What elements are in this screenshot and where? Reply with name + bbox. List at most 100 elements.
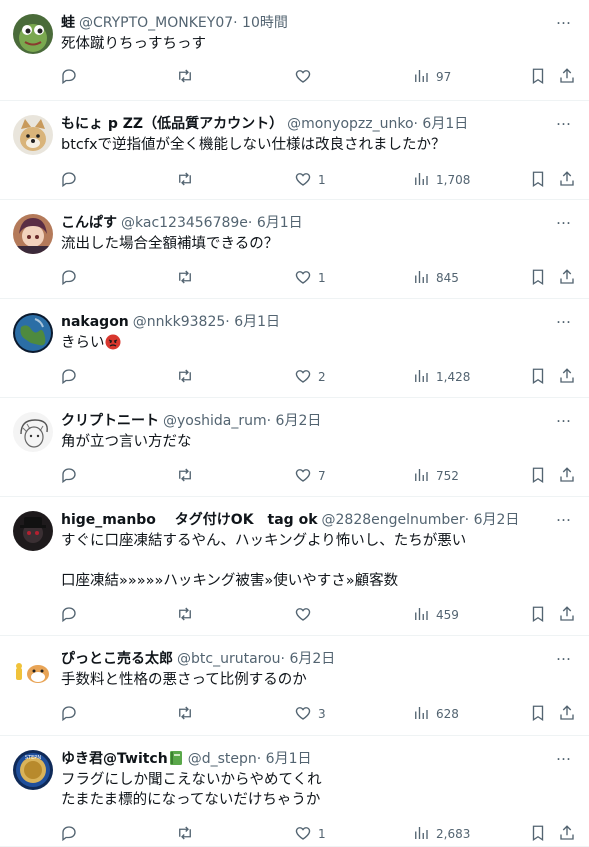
bookmark-button[interactable] bbox=[529, 366, 547, 388]
user-handle[interactable]: @d_stepn bbox=[188, 751, 257, 767]
user-handle[interactable]: @kac123456789e bbox=[121, 215, 248, 231]
views-button[interactable]: 2,683 bbox=[412, 823, 470, 845]
avatar[interactable] bbox=[13, 115, 53, 155]
share-button[interactable] bbox=[558, 169, 576, 191]
more-options-icon[interactable]: … bbox=[553, 112, 575, 134]
share-button[interactable] bbox=[558, 366, 576, 388]
timestamp[interactable]: 6月1日 bbox=[266, 751, 312, 767]
timestamp[interactable]: 10時間 bbox=[242, 15, 288, 31]
reply-button[interactable] bbox=[60, 823, 78, 845]
like-button[interactable] bbox=[294, 66, 318, 88]
display-name[interactable]: ぴっとこ売る太郎 bbox=[61, 651, 173, 667]
more-options-icon[interactable]: … bbox=[553, 409, 575, 431]
tweet-header: もにょ p ZZ（低品質アカウント） @monyopzz_unko· 6月1日 bbox=[61, 114, 549, 134]
more-options-icon[interactable]: … bbox=[553, 747, 575, 769]
share-button[interactable] bbox=[558, 267, 576, 289]
user-handle[interactable]: @monyopzz_unko bbox=[287, 116, 413, 132]
display-name[interactable]: 蛙 bbox=[61, 15, 75, 31]
tweet[interactable]: もにょ p ZZ（低品質アカウント） @monyopzz_unko· 6月1日… b… bbox=[0, 101, 589, 200]
bookmark-button[interactable] bbox=[529, 66, 547, 88]
display-name[interactable]: nakagon bbox=[61, 314, 129, 330]
more-options-icon[interactable]: … bbox=[553, 647, 575, 669]
timestamp[interactable]: 6月1日 bbox=[257, 215, 303, 231]
retweet-button[interactable] bbox=[176, 169, 194, 191]
retweet-button[interactable] bbox=[176, 465, 194, 487]
share-button[interactable] bbox=[558, 66, 576, 88]
share-button[interactable] bbox=[558, 604, 576, 626]
like-button[interactable] bbox=[294, 604, 318, 626]
views-button[interactable]: 628 bbox=[412, 703, 459, 725]
tweet[interactable]: nakagon @nnkk93825· 6月1日… きらい 2 1,428 bbox=[0, 299, 589, 398]
retweet-button[interactable] bbox=[176, 366, 194, 388]
tweet[interactable]: クリプトニート @yoshida_rum· 6月2日… 角が立つ言い方だな 7 752 bbox=[0, 398, 589, 497]
reply-button[interactable] bbox=[60, 66, 78, 88]
more-options-icon[interactable]: … bbox=[553, 211, 575, 233]
avatar[interactable] bbox=[13, 313, 53, 353]
display-name[interactable]: ゆき君@Twitch bbox=[61, 751, 168, 767]
reply-button[interactable] bbox=[60, 169, 78, 191]
more-options-icon[interactable]: … bbox=[553, 310, 575, 332]
reply-button[interactable] bbox=[60, 465, 78, 487]
user-handle[interactable]: @CRYPTO_MONKEY07 bbox=[79, 15, 233, 31]
avatar[interactable] bbox=[13, 412, 53, 452]
retweet-button[interactable] bbox=[176, 823, 194, 845]
like-button[interactable]: 2 bbox=[294, 366, 326, 388]
user-handle[interactable]: @nnkk93825 bbox=[133, 314, 226, 330]
reply-button[interactable] bbox=[60, 703, 78, 725]
like-button[interactable]: 1 bbox=[294, 169, 326, 191]
separator-dot: · bbox=[280, 651, 285, 667]
bookmark-button[interactable] bbox=[529, 267, 547, 289]
more-options-icon[interactable]: … bbox=[553, 11, 575, 33]
retweet-button[interactable] bbox=[176, 703, 194, 725]
bookmark-button[interactable] bbox=[529, 604, 547, 626]
views-button[interactable]: 459 bbox=[412, 604, 459, 626]
display-name[interactable]: hige_manbo タグ付けOK tag ok bbox=[61, 512, 318, 528]
retweet-button[interactable] bbox=[176, 604, 194, 626]
like-button[interactable]: 1 bbox=[294, 823, 326, 845]
avatar[interactable] bbox=[13, 511, 53, 551]
share-button[interactable] bbox=[558, 703, 576, 725]
share-button[interactable] bbox=[558, 465, 576, 487]
user-handle[interactable]: @yoshida_rum bbox=[163, 413, 267, 429]
like-button[interactable]: 1 bbox=[294, 267, 326, 289]
reply-button[interactable] bbox=[60, 604, 78, 626]
display-name[interactable]: クリプトニート bbox=[61, 413, 159, 429]
tweet[interactable]: 蛙 @CRYPTO_MONKEY07· 10時間… 死体蹴りちっすちっす 97 bbox=[0, 0, 589, 101]
avatar[interactable] bbox=[13, 14, 53, 54]
reply-button[interactable] bbox=[60, 366, 78, 388]
timestamp[interactable]: 6月2日 bbox=[289, 651, 335, 667]
reply-button[interactable] bbox=[60, 267, 78, 289]
user-handle[interactable]: @btc_urutarou bbox=[177, 651, 281, 667]
views-button[interactable]: 752 bbox=[412, 465, 459, 487]
views-button[interactable]: 845 bbox=[412, 267, 459, 289]
like-button[interactable]: 3 bbox=[294, 703, 326, 725]
bookmark-button[interactable] bbox=[529, 465, 547, 487]
timestamp[interactable]: 6月1日 bbox=[234, 314, 280, 330]
bookmark-button[interactable] bbox=[529, 169, 547, 191]
views-button[interactable]: 97 bbox=[412, 66, 451, 88]
avatar[interactable]: STEPN bbox=[13, 750, 53, 790]
like-button[interactable]: 7 bbox=[294, 465, 326, 487]
display-name[interactable]: こんぱす bbox=[61, 215, 117, 231]
retweet-icon bbox=[176, 466, 194, 487]
display-name[interactable]: もにょ p ZZ（低品質アカウント） bbox=[61, 116, 283, 132]
avatar[interactable] bbox=[13, 214, 53, 254]
tweet[interactable]: ぴっとこ売る太郎 @btc_urutarou· 6月2日… 手数料と性格の悪さって比… bbox=[0, 636, 589, 736]
bookmark-button[interactable] bbox=[529, 823, 547, 845]
user-handle[interactable]: @2828engelnumber bbox=[322, 512, 465, 528]
avatar[interactable] bbox=[13, 650, 53, 690]
tweet[interactable]: STEPN ゆき君@Twitch @d_stepn· 6月1日 … フラグにしか聞こえな… bbox=[0, 736, 589, 847]
timeline: 蛙 @CRYPTO_MONKEY07· 10時間… 死体蹴りちっすちっす 97 もにょ … bbox=[0, 0, 589, 847]
more-options-icon[interactable]: … bbox=[553, 508, 575, 530]
timestamp[interactable]: 6月2日 bbox=[474, 512, 520, 528]
tweet[interactable]: hige_manbo タグ付けOK tag ok @2828engelnumber… bbox=[0, 497, 589, 636]
timestamp[interactable]: 6月1日 bbox=[422, 116, 468, 132]
views-button[interactable]: 1,708 bbox=[412, 169, 470, 191]
timestamp[interactable]: 6月2日 bbox=[276, 413, 322, 429]
views-button[interactable]: 1,428 bbox=[412, 366, 470, 388]
tweet[interactable]: こんぱす @kac123456789e· 6月1日… 流出した場合全額補填できるの？… bbox=[0, 200, 589, 299]
share-button[interactable] bbox=[558, 823, 576, 845]
retweet-button[interactable] bbox=[176, 66, 194, 88]
bookmark-button[interactable] bbox=[529, 703, 547, 725]
retweet-button[interactable] bbox=[176, 267, 194, 289]
